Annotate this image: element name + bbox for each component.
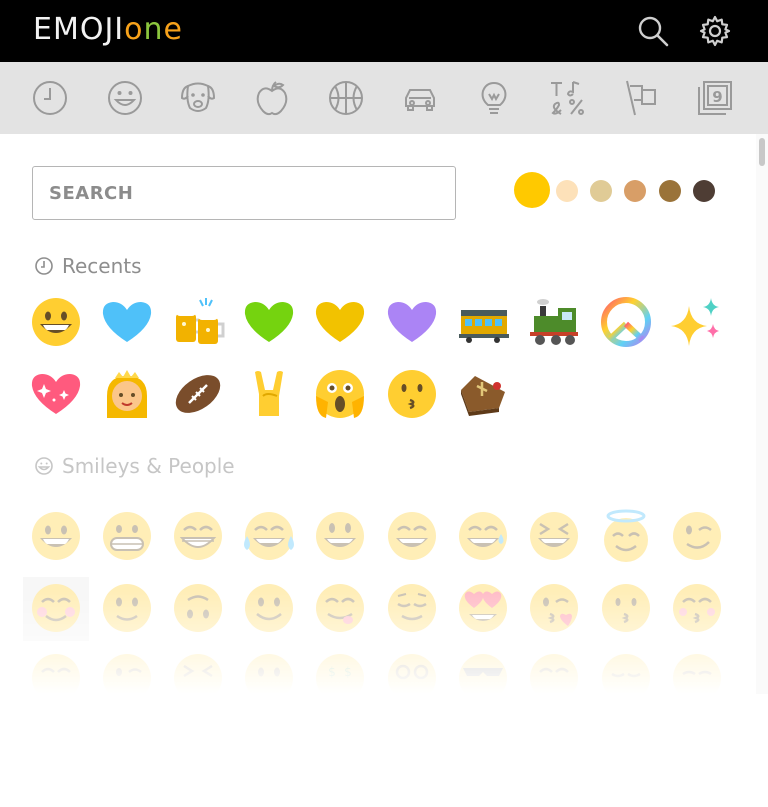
blue-heart-emoji[interactable] xyxy=(99,294,155,350)
clock-icon[interactable] xyxy=(30,78,70,118)
purple-heart-emoji[interactable] xyxy=(384,294,440,350)
kissing-emoji[interactable] xyxy=(384,366,440,422)
grinning-emoji[interactable] xyxy=(28,294,84,350)
grinning-emoji[interactable] xyxy=(28,508,84,564)
joy-emoji[interactable] xyxy=(241,508,297,564)
scroll-thumb[interactable] xyxy=(759,138,765,166)
coffin-emoji[interactable] xyxy=(455,366,511,422)
princess-emoji[interactable] xyxy=(99,366,155,422)
grin-emoji[interactable] xyxy=(170,508,226,564)
laughing-emoji[interactable] xyxy=(526,508,582,564)
clock-icon xyxy=(35,257,53,275)
apple-icon[interactable] xyxy=(252,78,292,118)
peace-symbol-emoji[interactable] xyxy=(598,294,654,350)
header-bar: EMOJIone xyxy=(0,0,768,62)
smiley-icon xyxy=(35,457,53,475)
flag-icon[interactable] xyxy=(621,78,661,118)
emoji-list: Recents xyxy=(0,134,756,694)
smile-emoji[interactable] xyxy=(384,508,440,564)
scream-emoji[interactable] xyxy=(312,366,368,422)
football-emoji[interactable] xyxy=(170,366,226,422)
green-heart-emoji[interactable] xyxy=(241,294,297,350)
smileys-title: Smileys & People xyxy=(62,454,235,478)
smiley-icon[interactable] xyxy=(105,78,145,118)
logo-n: n xyxy=(143,12,164,47)
smiley-emoji[interactable] xyxy=(312,508,368,564)
yellow-heart-emoji[interactable] xyxy=(312,294,368,350)
gear-icon[interactable] xyxy=(698,14,732,48)
smileys-header: Smileys & People xyxy=(34,454,235,478)
car-icon[interactable] xyxy=(400,78,440,118)
tone-3[interactable] xyxy=(624,180,646,202)
tone-5[interactable] xyxy=(693,180,715,202)
wink-emoji[interactable] xyxy=(669,508,725,564)
railway-car-emoji[interactable] xyxy=(455,294,511,350)
scrollbar[interactable] xyxy=(756,134,768,694)
bottom-area xyxy=(0,694,768,807)
keycap-icon[interactable]: 9 xyxy=(695,78,735,118)
recents-title: Recents xyxy=(62,254,142,278)
recents-header: Recents xyxy=(34,254,142,278)
sweat-smile-emoji[interactable] xyxy=(455,508,511,564)
search-input[interactable] xyxy=(32,166,456,220)
logo-o: o xyxy=(124,12,144,47)
tone-2[interactable] xyxy=(590,180,612,202)
category-bar: 9 xyxy=(0,62,768,134)
beers-emoji[interactable] xyxy=(170,294,226,350)
search-icon[interactable] xyxy=(636,14,670,48)
grimacing-emoji[interactable] xyxy=(99,508,155,564)
dog-icon[interactable] xyxy=(178,78,218,118)
horns-sign-emoji[interactable] xyxy=(241,366,297,422)
sparkles-emoji[interactable] xyxy=(669,294,725,350)
innocent-emoji[interactable] xyxy=(598,508,654,564)
svg-text:9: 9 xyxy=(712,88,722,106)
lightbulb-icon[interactable] xyxy=(474,78,514,118)
fade-overlay xyxy=(0,589,756,694)
emoji-picker: EMOJIone 9 SEARCH Recents Smileys & Peop… xyxy=(0,0,768,807)
tone-4[interactable] xyxy=(659,180,681,202)
steam-locomotive-emoji[interactable] xyxy=(526,294,582,350)
tone-1[interactable] xyxy=(556,180,578,202)
emojione-logo: EMOJIone xyxy=(33,12,183,47)
logo-e: e xyxy=(163,12,183,47)
symbols-icon[interactable] xyxy=(547,78,587,118)
logo-text: EMOJI xyxy=(33,12,125,47)
sparkling-heart-emoji[interactable] xyxy=(28,366,84,422)
tone-default[interactable] xyxy=(514,172,550,208)
basketball-icon[interactable] xyxy=(326,78,366,118)
